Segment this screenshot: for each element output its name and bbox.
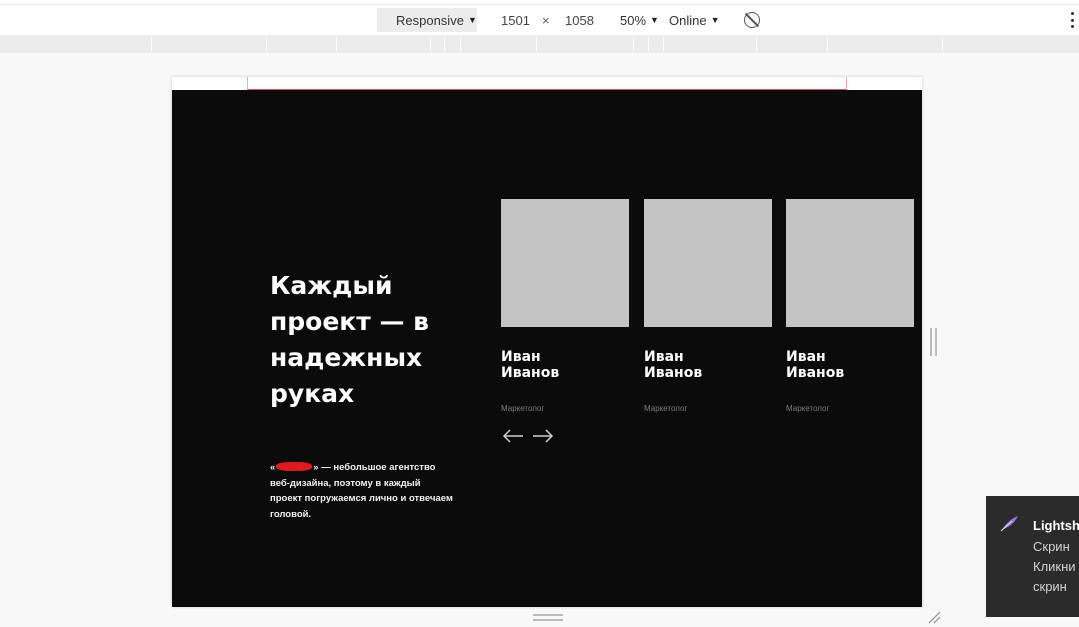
mq-divider [444, 37, 445, 51]
team-section: Каждый проект — в надежных руках «» — не… [172, 90, 922, 607]
mq-divider [336, 37, 337, 51]
mq-divider [266, 37, 267, 51]
team-member-role: Маркетолог [644, 404, 688, 413]
brand-quote-close: » [313, 462, 319, 473]
mq-divider [536, 37, 537, 51]
mq-divider [756, 37, 757, 51]
devtools-device-toolbar: Responsive ▼ 1501 × 1058 50% ▼ Online ▼ [0, 4, 1079, 34]
dimension-separator: × [542, 12, 550, 28]
team-member-photo [644, 199, 772, 327]
dropdown-triangle-icon: ▼ [710, 15, 720, 25]
mq-divider [942, 37, 943, 51]
zoom-select[interactable]: 50% ▼ [620, 5, 659, 35]
throttling-label: Online [669, 12, 707, 28]
toast-line: Скрин [1033, 539, 1070, 554]
viewport-height-input[interactable]: 1058 [565, 5, 594, 35]
toast-line: скрин [1033, 579, 1067, 594]
page-header-strip [172, 77, 922, 90]
team-member-name: Иван Иванов [501, 349, 560, 381]
device-mode-select[interactable]: Responsive ▼ [377, 8, 477, 32]
mq-divider [663, 37, 664, 51]
arrow-right-icon[interactable] [532, 429, 554, 443]
arrow-left-icon[interactable] [502, 429, 524, 443]
mq-divider [430, 37, 431, 51]
zoom-label: 50% [620, 12, 647, 28]
feather-icon [1000, 514, 1020, 532]
hero-title: Каждый проект — в надежных руках [270, 271, 429, 408]
device-mode-label: Responsive [396, 12, 464, 28]
team-card[interactable]: Иван Иванов Маркетолог [786, 199, 914, 413]
dropdown-triangle-icon: ▼ [650, 15, 659, 25]
mq-divider [827, 37, 828, 51]
brand-quote-open: « [270, 462, 276, 473]
hero-description: «» — небольшое агентство веб-дизайна, по… [270, 460, 455, 522]
header-container-outline [247, 77, 847, 90]
team-member-role: Маркетолог [786, 404, 830, 413]
media-queries-bar[interactable] [0, 35, 1079, 53]
resize-handle-right[interactable] [930, 328, 937, 356]
more-options-icon[interactable] [1070, 12, 1074, 28]
mq-divider [460, 37, 461, 51]
toast-title: Lightsh [1033, 518, 1079, 533]
team-card[interactable]: Иван Иванов Маркетолог [644, 199, 772, 413]
dropdown-triangle-icon: ▼ [467, 15, 477, 25]
team-member-name: Иван Иванов [644, 349, 703, 381]
lightshot-notification[interactable]: Lightsh Скрин Кликни скрин [986, 496, 1079, 617]
rotate-icon[interactable] [744, 12, 760, 28]
resize-handle-corner-icon[interactable] [927, 610, 941, 624]
throttling-select[interactable]: Online ▼ [669, 5, 720, 35]
toast-line: Кликни [1033, 559, 1076, 574]
team-member-role: Маркетолог [501, 404, 545, 413]
mq-divider [633, 37, 634, 51]
emulated-viewport: Каждый проект — в надежных руках «» — не… [172, 77, 922, 607]
viewport-width-input[interactable]: 1501 [501, 5, 530, 35]
redacted-brand-name [276, 462, 313, 471]
team-member-photo [786, 199, 914, 327]
team-card[interactable]: Иван Иванов Маркетолог [501, 199, 629, 413]
team-member-photo [501, 199, 629, 327]
mq-divider [648, 37, 649, 51]
resize-handle-bottom[interactable] [533, 614, 563, 621]
team-member-name: Иван Иванов [786, 349, 845, 381]
mq-divider [151, 37, 152, 51]
